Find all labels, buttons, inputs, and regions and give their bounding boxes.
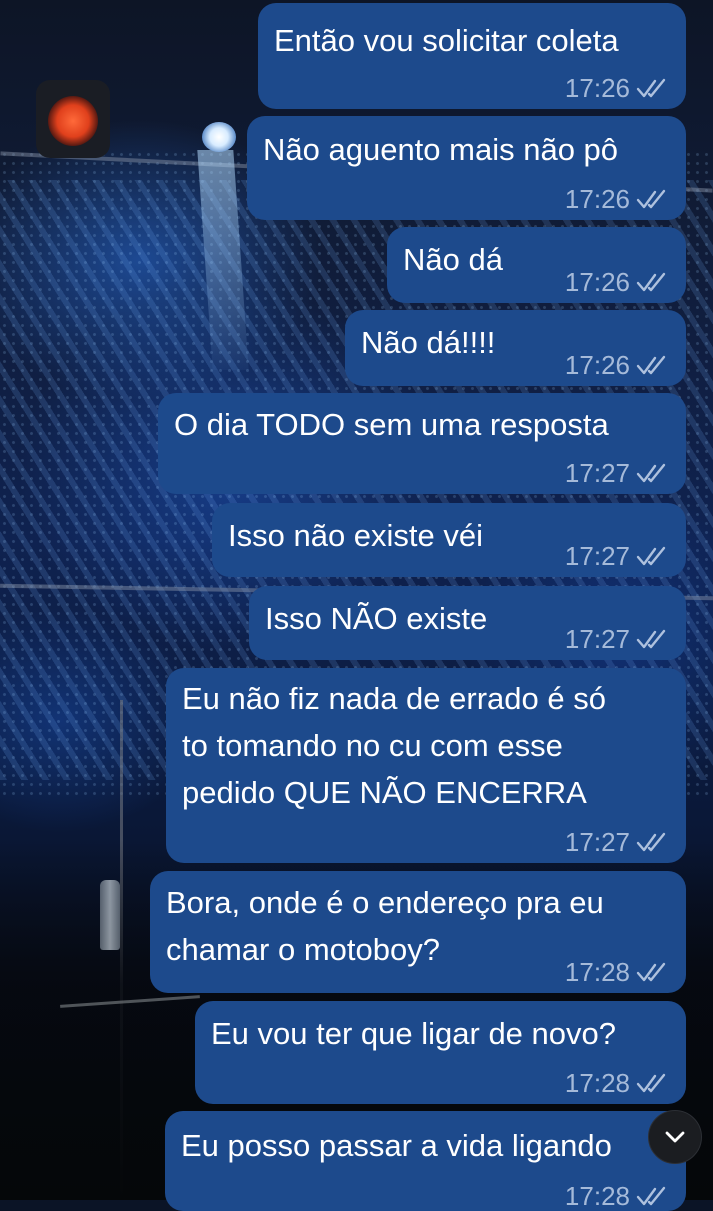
message-meta: 17:26	[565, 184, 670, 214]
message-bubble[interactable]: Então vou solicitar coleta 17:26	[258, 3, 686, 109]
message-time: 17:27	[564, 624, 630, 654]
double-check-icon	[636, 355, 666, 375]
message-time: 17:26	[564, 184, 630, 214]
message-time: 17:26	[564, 267, 630, 297]
double-check-icon	[636, 189, 666, 209]
message-time: 17:28	[564, 957, 630, 987]
message-bubble[interactable]: Eu não fiz nada de errado é só to tomand…	[166, 668, 686, 863]
double-check-icon	[636, 272, 666, 292]
message-list[interactable]: Então vou solicitar coleta 17:26 Não agu…	[0, 0, 713, 1211]
message-meta: 17:26	[565, 73, 670, 103]
message-bubble[interactable]: Isso NÃO existe 17:27	[249, 586, 686, 660]
message-time: 17:27	[564, 541, 630, 571]
message-bubble[interactable]: O dia TODO sem uma resposta 17:27	[158, 393, 686, 494]
message-bubble[interactable]: Bora, onde é o endereço pra eu chamar o …	[150, 871, 686, 993]
double-check-icon	[636, 1186, 666, 1206]
message-meta: 17:27	[565, 624, 670, 654]
message-meta: 17:27	[565, 458, 670, 488]
message-time: 17:26	[564, 73, 630, 103]
double-check-icon	[636, 463, 666, 483]
double-check-icon	[636, 78, 666, 98]
message-meta: 17:28	[565, 1068, 670, 1098]
chevron-down-icon	[665, 1131, 685, 1143]
message-text: Eu posso passar a vida ligando	[181, 1128, 612, 1163]
message-bubble[interactable]: Isso não existe véi 17:27	[212, 503, 686, 577]
message-meta: 17:27	[565, 827, 670, 857]
message-time: 17:27	[564, 458, 630, 488]
message-meta: 17:26	[565, 350, 670, 380]
message-meta: 17:28	[565, 957, 670, 987]
double-check-icon	[636, 629, 666, 649]
message-time: 17:26	[564, 350, 630, 380]
message-bubble[interactable]: Eu posso passar a vida ligando 17:28	[165, 1111, 686, 1211]
double-check-icon	[636, 1073, 666, 1093]
message-meta: 17:26	[565, 267, 670, 297]
message-bubble[interactable]: Não aguento mais não pô 17:26	[247, 116, 686, 220]
scroll-to-bottom-button[interactable]	[648, 1110, 702, 1164]
message-meta: 17:27	[565, 541, 670, 571]
double-check-icon	[636, 962, 666, 982]
double-check-icon	[636, 546, 666, 566]
message-text: Então vou solicitar coleta	[274, 23, 619, 58]
message-meta: 17:28	[565, 1181, 670, 1211]
message-text: Eu vou ter que ligar de novo?	[211, 1016, 616, 1051]
message-bubble[interactable]: Eu vou ter que ligar de novo? 17:28	[195, 1001, 686, 1104]
double-check-icon	[636, 832, 666, 852]
message-text: Eu não fiz nada de errado é só to tomand…	[182, 681, 606, 810]
message-text: Não aguento mais não pô	[263, 132, 619, 167]
message-bubble[interactable]: Não dá 17:26	[387, 227, 686, 303]
message-text: O dia TODO sem uma resposta	[174, 407, 609, 442]
message-time: 17:28	[564, 1068, 630, 1098]
message-time: 17:27	[564, 827, 630, 857]
message-bubble[interactable]: Não dá!!!! 17:26	[345, 310, 686, 386]
message-time: 17:28	[564, 1181, 630, 1211]
